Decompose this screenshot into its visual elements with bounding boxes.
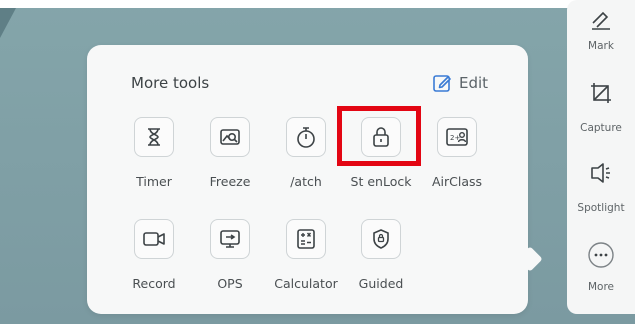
tool-stopwatch[interactable]: /atch bbox=[268, 117, 344, 207]
edit-icon bbox=[433, 75, 451, 92]
tool-calculator[interactable]: Calculator bbox=[268, 219, 344, 309]
tool-label: St enLock bbox=[350, 174, 412, 189]
tool-label: OPS bbox=[217, 276, 243, 291]
airclass-icon: 2+ bbox=[437, 117, 477, 157]
more-dots-icon bbox=[587, 241, 615, 269]
video-camera-icon bbox=[134, 219, 174, 259]
sidebar-item-label: More bbox=[587, 281, 615, 293]
stopwatch-icon bbox=[286, 117, 326, 157]
hourglass-icon bbox=[134, 117, 174, 157]
freeze-icon bbox=[210, 117, 250, 157]
tool-label: AirClass bbox=[431, 174, 483, 189]
tool-timer[interactable]: Timer bbox=[116, 117, 192, 207]
tool-record[interactable]: Record bbox=[116, 219, 192, 309]
tool-label: Timer bbox=[136, 174, 172, 189]
top-strip bbox=[0, 0, 635, 8]
spotlight-icon bbox=[587, 159, 615, 187]
tool-label: Record bbox=[132, 276, 176, 291]
sidebar-item-label: Mark bbox=[588, 40, 614, 52]
sidebar-item-label: Capture bbox=[580, 122, 622, 134]
edit-label: Edit bbox=[459, 74, 489, 92]
crop-icon bbox=[587, 79, 615, 107]
sidebar-item-label: Spotlight bbox=[577, 202, 625, 214]
pen-icon bbox=[587, 4, 615, 32]
tool-label: Freeze bbox=[209, 174, 251, 189]
shield-icon bbox=[361, 219, 401, 259]
monitor-icon bbox=[210, 219, 250, 259]
calculator-icon bbox=[286, 219, 326, 259]
sidebar-item-more[interactable]: More bbox=[567, 241, 635, 297]
panel-title: More tools bbox=[131, 74, 210, 92]
sidebar-item-capture[interactable]: Capture bbox=[567, 79, 635, 135]
highlight-box bbox=[337, 106, 421, 166]
tool-ops[interactable]: OPS bbox=[192, 219, 268, 309]
tool-airclass[interactable]: 2+ AirClass bbox=[419, 117, 495, 207]
tool-guided[interactable]: Guided bbox=[343, 219, 419, 309]
edit-button[interactable]: Edit bbox=[432, 73, 488, 93]
sidebar-item-mark[interactable]: Mark bbox=[567, 4, 635, 60]
tool-label: Guided bbox=[358, 276, 404, 291]
sidebar-item-spotlight[interactable]: Spotlight bbox=[567, 159, 635, 215]
tool-freeze[interactable]: Freeze bbox=[192, 117, 268, 207]
